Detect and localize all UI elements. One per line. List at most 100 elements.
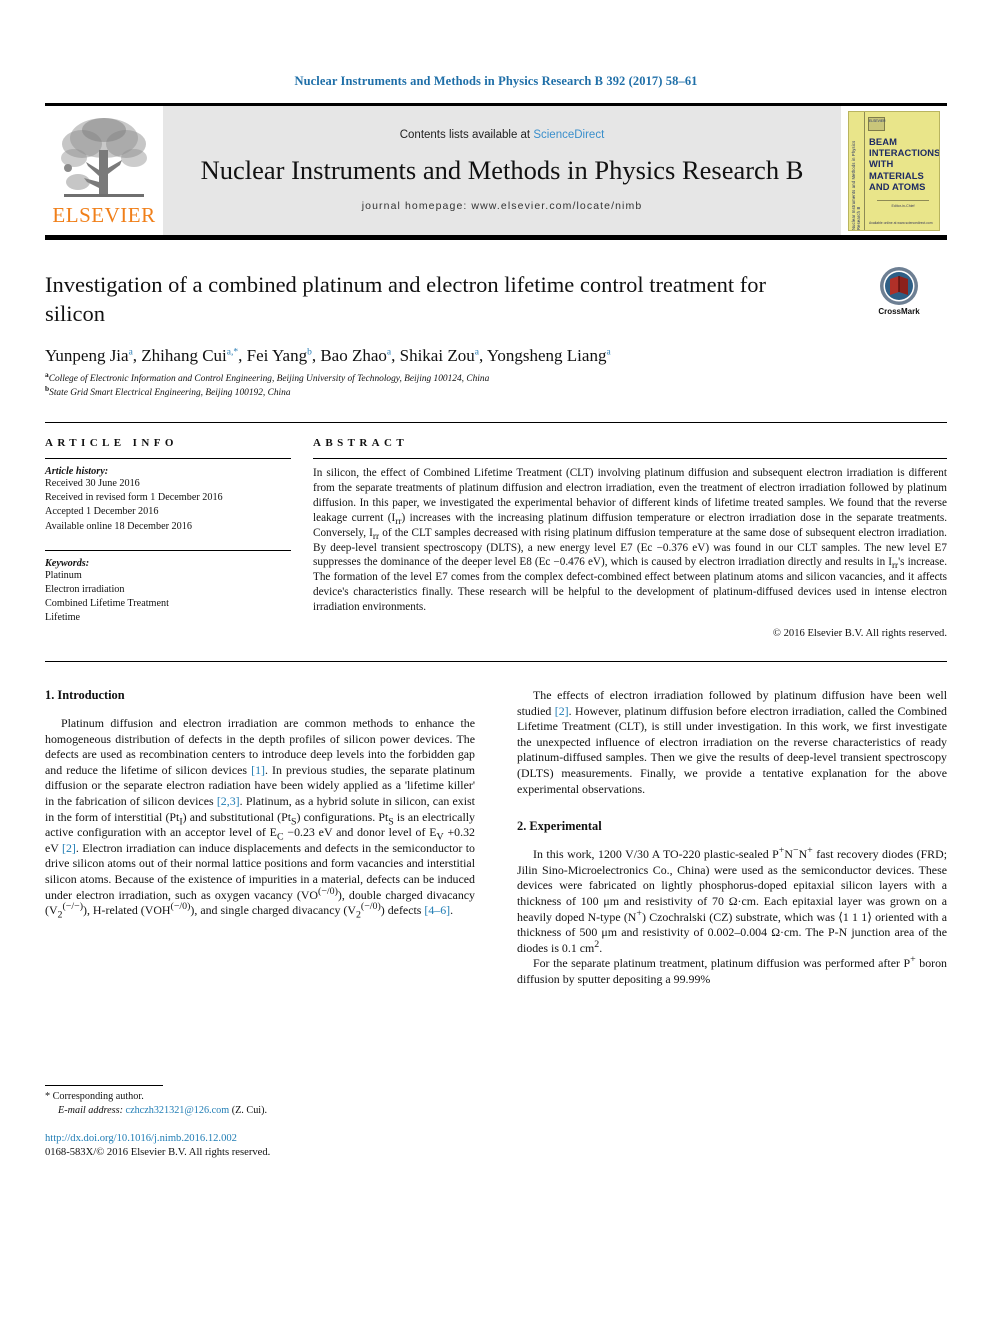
abstract-column: ABSTRACT In silicon, the effect of Combi… [313, 437, 947, 639]
author-4: Shikai Zoua [400, 346, 479, 365]
keywords-rule [45, 549, 291, 551]
cover-title-line-0: BEAM [869, 135, 898, 147]
author-name-4: Shikai Zou [399, 346, 475, 365]
intro-paragraph-1: Platinum diffusion and electron irradiat… [45, 716, 475, 921]
section-heading-experimental: 2. Experimental [517, 819, 602, 834]
issn-copyright-line: 0168-583X/© 2016 Elsevier B.V. All right… [45, 1147, 271, 1159]
info-bottom-rule [45, 661, 947, 663]
affiliation-0: aCollege of Electronic Information and C… [45, 371, 947, 386]
journal-band: Contents lists available at ScienceDirec… [163, 106, 841, 235]
sciencedirect-link[interactable]: ScienceDirect [533, 129, 604, 141]
abstract-rule [313, 458, 947, 459]
cover-foot-text: Available online at www.sciencedirect.co… [869, 220, 933, 225]
article-info-heading: ARTICLE INFO [45, 437, 178, 449]
masthead-bottom-rule [45, 235, 947, 240]
article-info-rule [45, 458, 291, 459]
cover-title: BEAM INTERACTIONS WITH MATERIALS AND ATO… [869, 135, 940, 193]
cover-elsevier-mini-logo: ELSEVIER [868, 116, 886, 131]
crossmark-badge[interactable]: CrossMark [851, 266, 947, 316]
affiliation-text-1: State Grid Smart Electrical Engineering,… [49, 388, 291, 398]
body-column-left: 1. Introduction Platinum diffusion and e… [45, 688, 475, 1160]
email-link[interactable]: czhczh321321@126.com [126, 1105, 230, 1116]
cover-title-line-1: INTERACTIONS [869, 146, 940, 158]
author-name-5: Yongsheng Liang [486, 346, 607, 365]
affiliation-text-0: College of Electronic Information and Co… [48, 374, 490, 384]
elsevier-tree-icon [61, 118, 147, 197]
cover-mid-text: Editor-in-Chief [877, 199, 929, 208]
body-column-right: The effects of electron irradiation foll… [517, 688, 947, 1160]
author-2: Fei Yangb [247, 346, 312, 365]
author-name-0: Yunpeng Jia [45, 346, 129, 365]
experimental-paragraph-2: For the separate platinum treatment, pla… [517, 954, 948, 986]
author-mark-0: a [128, 347, 133, 358]
cover-title-line-4: AND ATOMS [869, 181, 926, 193]
author-mark-3: a [386, 347, 392, 358]
keywords-label: Keywords: [45, 557, 90, 569]
abstract-heading: ABSTRACT [313, 437, 409, 449]
history-item-3: Available online 18 December 2016 [45, 520, 192, 532]
citation-2[interactable]: [2] [62, 841, 76, 855]
abstract-paragraph: In silicon, the effect of Combined Lifet… [313, 467, 948, 614]
history-item-0: Received 30 June 2016 [45, 478, 140, 489]
abstract-text-block: In silicon, the effect of Combined Lifet… [313, 466, 947, 615]
email-label: E-mail address: [58, 1105, 123, 1117]
crossmark-icon [880, 267, 918, 305]
cover-image: ELSEVIER Nuclear Instruments and Methods… [848, 110, 940, 231]
elsevier-wordmark: ELSEVIER [52, 203, 156, 227]
keyword-item-1: Electron irradiation [45, 584, 125, 596]
author-mark-5: a [606, 347, 611, 358]
article-history-label: Article history: [45, 466, 109, 477]
author-mark-2: b [307, 347, 312, 358]
section-heading-introduction: 1. Introduction [45, 688, 125, 703]
info-abstract-area: ARTICLE INFO Article history: Received 3… [45, 423, 947, 639]
footer-block: http://dx.doi.org/10.1016/j.nimb.2016.12… [45, 1132, 475, 1160]
keywords-block: Keywords: Platinum Electron irradiation … [45, 549, 291, 626]
author-mark-1: a,* [226, 347, 239, 358]
history-item-1: Received in revised form 1 December 2016 [45, 492, 223, 504]
journal-masthead: ELSEVIER Contents lists available at Sci… [45, 103, 947, 235]
keyword-item-2: Combined Lifetime Treatment [45, 598, 169, 610]
body-columns: 1. Introduction Platinum diffusion and e… [45, 688, 947, 1160]
article-history-list: Received 30 June 2016 Received in revise… [45, 477, 291, 534]
email-suffix: (Z. Cui). [231, 1105, 268, 1117]
author-mark-4: a [474, 347, 479, 358]
journal-homepage[interactable]: journal homepage: www.elsevier.com/locat… [362, 200, 643, 212]
author-name-1: Zhihang Cui [141, 346, 227, 365]
page-title: Investigation of a combined platinum and… [45, 272, 767, 326]
running-head: Nuclear Instruments and Methods in Physi… [294, 74, 698, 88]
paper-page: Nuclear Instruments and Methods in Physi… [0, 0, 992, 1323]
journal-title: Nuclear Instruments and Methods in Physi… [200, 155, 804, 185]
corresponding-marker: * [45, 1091, 51, 1103]
author-name-2: Fei Yang [246, 346, 308, 365]
cover-spine-rule [864, 111, 865, 230]
citation-1[interactable]: [1] [251, 763, 265, 777]
keyword-item-3: Lifetime [45, 612, 81, 624]
citation-2-right[interactable]: [2] [555, 704, 569, 718]
title-block: Investigation of a combined platinum and… [45, 267, 947, 400]
footnote-rule [45, 1085, 163, 1087]
keywords-list: Platinum Electron irradiation Combined L… [45, 569, 291, 626]
article-info-column: ARTICLE INFO Article history: Received 3… [45, 437, 313, 639]
affiliation-1: bState Grid Smart Electrical Engineering… [45, 385, 947, 400]
contents-prefix: Contents lists available at [399, 129, 534, 141]
cover-title-line-2: WITH [869, 158, 894, 170]
elsevier-logo: ELSEVIER [45, 106, 163, 235]
author-list: Yunpeng Jiaa, Zhihang Cuia,*, Fei Yangb,… [45, 346, 611, 365]
keyword-item-0: Platinum [45, 569, 82, 581]
email-line: E-mail address: czhczh321321@126.com (Z.… [45, 1104, 475, 1118]
author-5: Yongsheng Lianga [487, 346, 611, 365]
doi-link[interactable]: http://dx.doi.org/10.1016/j.nimb.2016.12… [45, 1132, 475, 1146]
history-item-2: Accepted 1 December 2016 [45, 506, 159, 518]
cover-title-line-3: MATERIALS [869, 169, 924, 181]
citation-4-6[interactable]: [4–6] [424, 903, 450, 917]
cover-spine-text: Nuclear Instruments and Methods in Physi… [851, 140, 861, 230]
intro-paragraph-2: The effects of electron irradiation foll… [517, 688, 947, 796]
contents-available-line: Contents lists available at ScienceDirec… [400, 129, 605, 141]
author-3: Bao Zhaoa [320, 346, 391, 365]
author-1: Zhihang Cuia,* [141, 346, 238, 365]
experimental-paragraph-1: In this work, 1200 V/30 A TO-220 plastic… [517, 845, 948, 955]
corresponding-text: Corresponding author. [52, 1091, 144, 1103]
journal-cover-thumbnail: ELSEVIER Nuclear Instruments and Methods… [841, 106, 947, 235]
crossmark-label: CrossMark [878, 307, 920, 316]
citation-2-3[interactable]: [2,3] [217, 794, 240, 808]
